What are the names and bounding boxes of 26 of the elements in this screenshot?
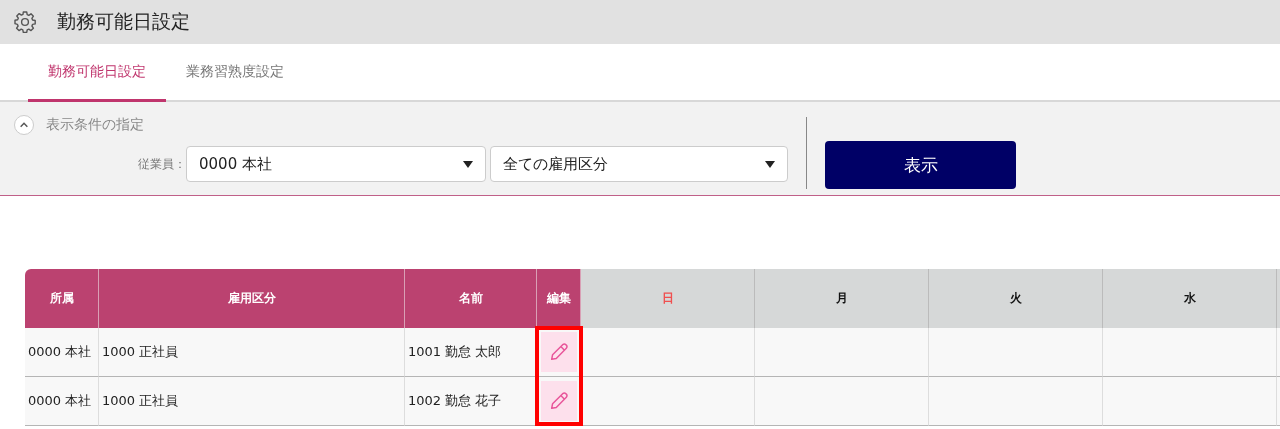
employee-label: 従業員： — [137, 155, 186, 173]
employment-select[interactable]: 全ての雇用区分 — [490, 146, 788, 182]
table-cell: 0000 本社 — [25, 377, 99, 426]
chevron-up-icon — [19, 120, 29, 130]
table-cell: 1000 正社員 — [99, 328, 405, 377]
settings-icon[interactable] — [13, 10, 37, 34]
filter-title: 表示条件の指定 — [46, 116, 144, 134]
edit-button[interactable] — [540, 381, 577, 421]
table-cell: 1002 勤怠 花子 — [405, 377, 537, 426]
window-title: 勤務可能日設定 — [57, 9, 190, 34]
column-header: 水 — [1103, 269, 1277, 328]
collapse-button[interactable] — [14, 115, 34, 135]
table-cell: 1001 勤怠 太郎 — [405, 328, 537, 377]
table-cell: 0000 本社 — [25, 328, 99, 377]
column-header: 日 — [581, 269, 755, 328]
column-header: 所属 — [25, 269, 99, 328]
column-header: 名前 — [405, 269, 537, 328]
display-button[interactable]: 表示 — [825, 141, 1016, 189]
column-header: 雇用区分 — [99, 269, 405, 328]
office-select[interactable]: 0000 本社 — [186, 146, 486, 182]
column-header: 火 — [929, 269, 1103, 328]
edit-button[interactable] — [540, 332, 577, 372]
column-header: 月 — [755, 269, 929, 328]
table-cell: 1000 正社員 — [99, 377, 405, 426]
tab[interactable]: 業務習熟度設定 — [166, 44, 304, 102]
column-header: 編集 — [537, 269, 581, 328]
